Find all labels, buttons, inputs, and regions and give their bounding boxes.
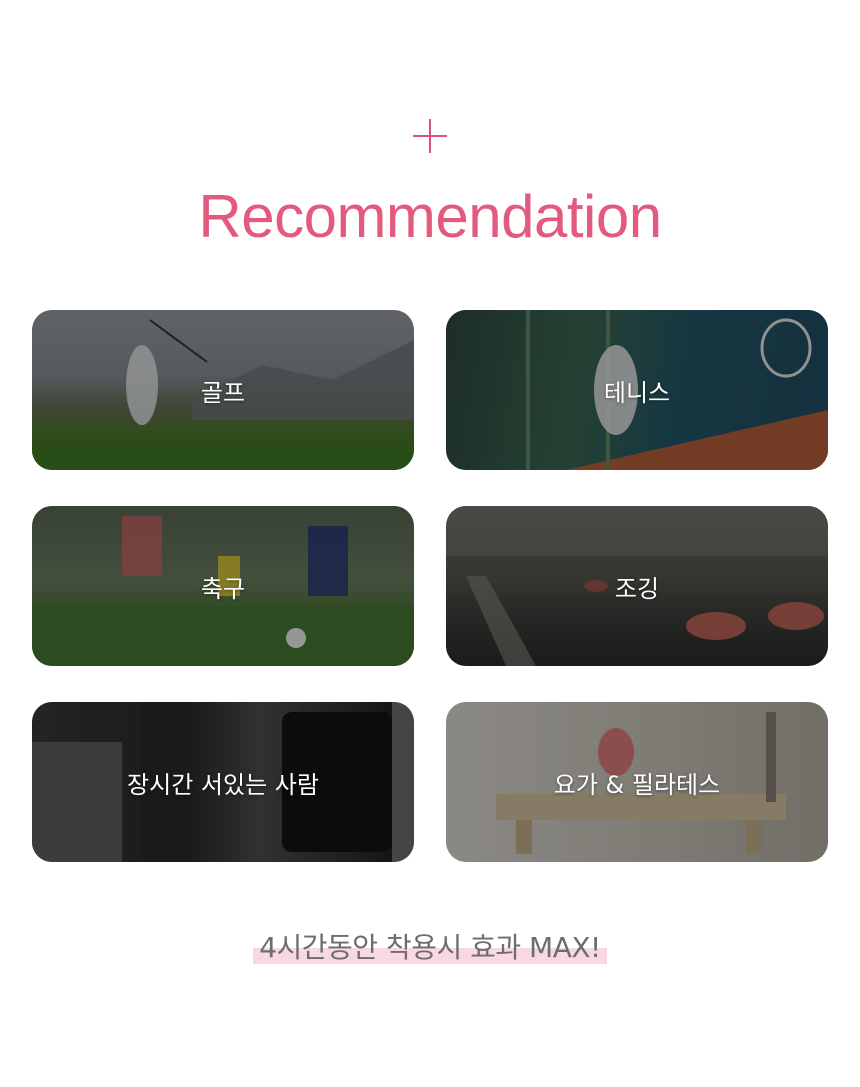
card-tennis: 테니스 bbox=[446, 310, 828, 470]
section-title: Recommendation bbox=[198, 183, 662, 250]
footer-note: 4시간동안 착용시 효과 MAX! bbox=[0, 926, 860, 966]
card-label: 골프 bbox=[200, 378, 246, 407]
card-label: 조깅 bbox=[614, 574, 660, 603]
footer-text: 4시간동안 착용시 효과 MAX! bbox=[259, 931, 601, 964]
highlighted-text: 4시간동안 착용시 효과 MAX! bbox=[253, 926, 607, 966]
card-soccer: 축구 bbox=[32, 506, 414, 666]
card-label: 요가 & 필라테스 bbox=[553, 770, 721, 799]
plus-icon bbox=[413, 119, 447, 153]
card-label: 테니스 bbox=[603, 378, 671, 407]
card-jogging: 조깅 bbox=[446, 506, 828, 666]
card-label: 장시간 서있는 사람 bbox=[127, 770, 319, 799]
card-golf: 골프 bbox=[32, 310, 414, 470]
card-yoga-pilates: 요가 & 필라테스 bbox=[446, 702, 828, 862]
card-label: 축구 bbox=[200, 574, 246, 603]
card-standing: 장시간 서있는 사람 bbox=[32, 702, 414, 862]
